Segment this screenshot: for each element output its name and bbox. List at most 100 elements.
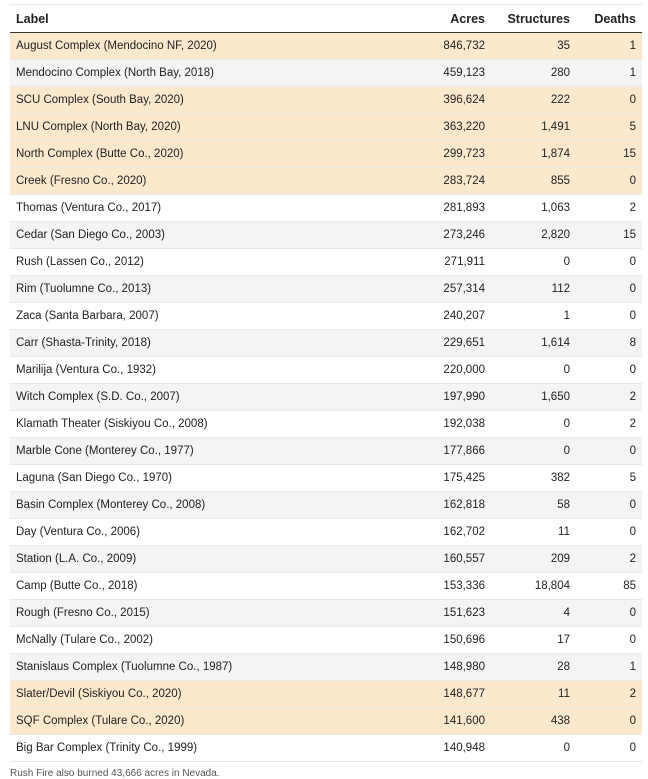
column-header-acres[interactable]: Acres [390,5,486,33]
row-deaths: 0 [571,491,642,519]
row-acres: 162,702 [390,518,486,546]
row-acres: 177,866 [390,437,486,465]
table-row: Witch Complex (S.D. Co., 2007) 197,990 1,6… [10,383,642,411]
row-label: McNally (Tulare Co., 2002) [10,626,390,654]
row-label: SCU Complex (South Bay, 2020) [10,86,390,114]
row-label: Carr (Shasta-Trinity, 2018) [10,329,390,357]
row-label: Thomas (Ventura Co., 2017) [10,194,390,222]
row-acres: 846,732 [390,32,486,60]
row-label: North Complex (Butte Co., 2020) [10,140,390,168]
table-row: Creek (Fresno Co., 2020) 283,724 855 0 [10,167,642,195]
row-deaths: 15 [571,140,642,168]
table-row: North Complex (Butte Co., 2020) 299,723 1,… [10,140,642,168]
row-acres: 459,123 [390,59,486,87]
row-structures: 0 [486,248,571,276]
row-deaths: 0 [571,356,642,384]
row-label: Stanislaus Complex (Tuolumne Co., 1987) [10,653,390,681]
row-deaths: 0 [571,167,642,195]
row-structures: 2,820 [486,221,571,249]
row-structures: 438 [486,707,571,735]
row-acres: 396,624 [390,86,486,114]
row-structures: 209 [486,545,571,573]
row-structures: 1,614 [486,329,571,357]
row-label: Marble Cone (Monterey Co., 1977) [10,437,390,465]
table-row: Cedar (San Diego Co., 2003) 273,246 2,820 1… [10,221,642,249]
row-label: Zaca (Santa Barbara, 2007) [10,302,390,330]
table-row: Rough (Fresno Co., 2015) 151,623 4 0 [10,599,642,627]
column-header-deaths[interactable]: Deaths [571,5,642,33]
row-acres: 273,246 [390,221,486,249]
row-label: Marilija (Ventura Co., 1932) [10,356,390,384]
row-acres: 162,818 [390,491,486,519]
table-row: McNally (Tulare Co., 2002) 150,696 17 0 [10,626,642,654]
row-deaths: 2 [571,410,642,438]
row-acres: 283,724 [390,167,486,195]
table-row: Day (Ventura Co., 2006) 162,702 11 0 [10,518,642,546]
row-deaths: 8 [571,329,642,357]
row-deaths: 5 [571,113,642,141]
table-row: Carr (Shasta-Trinity, 2018) 229,651 1,614 8 [10,329,642,357]
row-deaths: 85 [571,572,642,600]
row-acres: 148,980 [390,653,486,681]
table-row: Marilija (Ventura Co., 1932) 220,000 0 0 [10,356,642,384]
row-deaths: 2 [571,194,642,222]
table-header-row: Label Acres Structures Deaths [10,5,642,33]
table-row: Big Bar Complex (Trinity Co., 1999) 140,9… [10,734,642,762]
row-label: Cedar (San Diego Co., 2003) [10,221,390,249]
row-structures: 1,874 [486,140,571,168]
table-row: Zaca (Santa Barbara, 2007) 240,207 1 0 [10,302,642,330]
row-deaths: 0 [571,86,642,114]
row-structures: 1,063 [486,194,571,222]
row-label: Station (L.A. Co., 2009) [10,545,390,573]
row-structures: 0 [486,734,571,762]
table-row: LNU Complex (North Bay, 2020) 363,220 1,49… [10,113,642,141]
row-structures: 4 [486,599,571,627]
row-structures: 0 [486,437,571,465]
row-acres: 140,948 [390,734,486,762]
row-label: August Complex (Mendocino NF, 2020) [10,32,390,60]
table-row: SQF Complex (Tulare Co., 2020) 141,600 438… [10,707,642,735]
table-body: August Complex (Mendocino NF, 2020) 846,7… [10,32,642,762]
row-acres: 175,425 [390,464,486,492]
row-acres: 363,220 [390,113,486,141]
row-label: Camp (Butte Co., 2018) [10,572,390,600]
row-structures: 35 [486,32,571,60]
row-acres: 148,677 [390,680,486,708]
row-acres: 271,911 [390,248,486,276]
row-deaths: 1 [571,59,642,87]
row-acres: 257,314 [390,275,486,303]
row-deaths: 15 [571,221,642,249]
table-row: Klamath Theater (Siskiyou Co., 2008) 192,… [10,410,642,438]
row-label: Day (Ventura Co., 2006) [10,518,390,546]
row-label: Witch Complex (S.D. Co., 2007) [10,383,390,411]
row-structures: 0 [486,356,571,384]
row-structures: 11 [486,518,571,546]
table-row: August Complex (Mendocino NF, 2020) 846,7… [10,32,642,60]
row-structures: 58 [486,491,571,519]
row-label: Creek (Fresno Co., 2020) [10,167,390,195]
fires-table: Label Acres Structures Deaths August Com… [10,5,642,762]
table-row: Marble Cone (Monterey Co., 1977) 177,866 0… [10,437,642,465]
table-row: SCU Complex (South Bay, 2020) 396,624 222 0 [10,86,642,114]
column-header-label[interactable]: Label [10,5,390,33]
row-structures: 222 [486,86,571,114]
row-label: Rough (Fresno Co., 2015) [10,599,390,627]
table-row: Laguna (San Diego Co., 1970) 175,425 382 5 [10,464,642,492]
row-deaths: 0 [571,518,642,546]
column-header-structures[interactable]: Structures [486,5,571,33]
row-label: Laguna (San Diego Co., 1970) [10,464,390,492]
row-deaths: 0 [571,275,642,303]
row-acres: 240,207 [390,302,486,330]
row-deaths: 1 [571,32,642,60]
row-deaths: 2 [571,680,642,708]
row-structures: 1,650 [486,383,571,411]
table-row: Stanislaus Complex (Tuolumne Co., 1987) 1… [10,653,642,681]
table-row: Station (L.A. Co., 2009) 160,557 209 2 [10,545,642,573]
row-label: Slater/Devil (Siskiyou Co., 2020) [10,680,390,708]
row-acres: 153,336 [390,572,486,600]
row-acres: 150,696 [390,626,486,654]
row-deaths: 1 [571,653,642,681]
row-label: Rush (Lassen Co., 2012) [10,248,390,276]
row-deaths: 0 [571,707,642,735]
row-structures: 1 [486,302,571,330]
